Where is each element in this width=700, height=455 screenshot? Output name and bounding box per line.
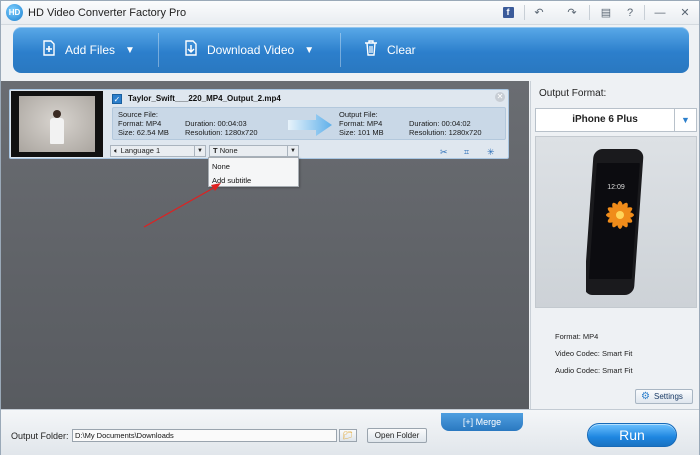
- redo-icon: ↷: [567, 7, 577, 19]
- speaker-icon: 🔈︎: [114, 146, 119, 155]
- file-checkbox[interactable]: ✓: [112, 94, 122, 104]
- crop-icon[interactable]: ⌗: [464, 147, 469, 158]
- titlebar-separator: [644, 5, 645, 20]
- clear-button[interactable]: Clear: [363, 27, 416, 73]
- add-file-icon: [41, 39, 57, 61]
- remove-file-icon[interactable]: ✕: [495, 92, 505, 102]
- source-duration: Duration: 00:04:03: [185, 119, 247, 128]
- convert-arrow-icon: [288, 113, 333, 139]
- annotation-arrow: [143, 183, 221, 228]
- output-file-heading: Output File:: [339, 110, 378, 119]
- folder-icon: 📁︎: [342, 431, 354, 440]
- redo-button[interactable]: ↷: [561, 3, 583, 22]
- cut-icon[interactable]: ✂: [440, 147, 448, 158]
- output-size: Size: 101 MB: [339, 128, 384, 137]
- spec-video-codec: Video Codec: Smart Fit: [555, 349, 633, 358]
- window-title: HD Video Converter Factory Pro: [28, 7, 187, 19]
- close-icon: ✕: [680, 7, 690, 19]
- download-icon: [183, 39, 199, 61]
- chat-icon: ▤: [600, 7, 612, 19]
- source-format: Format: MP4: [118, 119, 162, 128]
- chevron-down-icon[interactable]: ▼: [125, 45, 135, 56]
- help-button[interactable]: ?: [619, 3, 641, 22]
- main-toolbar: Add Files ▼ Download Video ▼ Clear: [13, 27, 689, 73]
- thumbnail-person-body: [50, 118, 64, 144]
- selected-device: iPhone 6 Plus: [572, 114, 638, 125]
- audio-track-value: Language 1: [120, 146, 161, 155]
- text-icon: T: [213, 146, 218, 155]
- subtitle-value: None: [219, 146, 238, 155]
- audio-track-select[interactable]: 🔈︎ Language 1 ▼: [110, 145, 206, 157]
- output-duration: Duration: 00:04:02: [409, 119, 471, 128]
- source-resolution: Resolution: 1280x720: [185, 128, 258, 137]
- undo-icon: ↶: [534, 7, 544, 19]
- source-file-heading: Source File:: [118, 110, 159, 119]
- settings-button[interactable]: ⚙ Settings: [635, 389, 693, 404]
- download-video-label: Download Video: [207, 43, 295, 57]
- spec-audio-codec: Audio Codec: Smart Fit: [555, 366, 633, 375]
- gear-icon: ⚙: [641, 391, 650, 402]
- toolbar-separator: [340, 33, 341, 67]
- output-panel: Output Format: iPhone 6 Plus ▼ 12:09 For…: [530, 81, 699, 409]
- chevron-down-icon[interactable]: ▼: [674, 109, 696, 131]
- app-window: HD HD Video Converter Factory Pro f ↶ ↷ …: [0, 0, 700, 455]
- merge-icon: [+]: [462, 417, 474, 427]
- device-preview: 12:09: [535, 136, 697, 308]
- file-item-card[interactable]: ✓ Taylor_Swift___220_MP4_Output_2.mp4 ✕ …: [9, 89, 509, 159]
- trash-icon: [363, 39, 379, 61]
- close-button[interactable]: ✕: [674, 3, 696, 22]
- title-bar: HD HD Video Converter Factory Pro f ↶ ↷ …: [1, 1, 699, 25]
- add-files-label: Add Files: [65, 43, 116, 57]
- help-icon: ?: [626, 6, 634, 19]
- titlebar-separator: [589, 5, 590, 20]
- subtitle-option-none[interactable]: None: [212, 162, 230, 171]
- output-folder-label: Output Folder:: [11, 431, 69, 441]
- titlebar-separator: [524, 5, 525, 20]
- video-thumbnail[interactable]: [11, 91, 103, 157]
- file-name: Taylor_Swift___220_MP4_Output_2.mp4: [128, 94, 281, 103]
- settings-label: Settings: [654, 392, 683, 401]
- chevron-down-icon[interactable]: ▼: [287, 146, 298, 156]
- clear-label: Clear: [387, 43, 416, 57]
- run-button[interactable]: Run: [587, 423, 677, 447]
- thumbnail-person-head: [53, 110, 61, 118]
- spec-format: Format: MP4: [555, 332, 599, 341]
- file-info-box: Source File: Format: MP4 Duration: 00:04…: [112, 107, 506, 140]
- merge-label: Merge: [475, 417, 502, 427]
- add-files-button[interactable]: Add Files ▼: [41, 27, 135, 73]
- output-folder-input[interactable]: D:\My Documents\Downloads: [72, 429, 337, 442]
- minimize-button[interactable]: —: [649, 3, 671, 22]
- app-logo-icon: HD: [6, 4, 23, 21]
- source-size: Size: 62.54 MB: [118, 128, 169, 137]
- subtitle-select[interactable]: T None ▼: [209, 145, 299, 157]
- minimize-icon: —: [654, 6, 666, 19]
- output-resolution: Resolution: 1280x720: [409, 128, 482, 137]
- chevron-down-icon[interactable]: ▼: [304, 45, 314, 56]
- chevron-down-icon[interactable]: ▼: [194, 146, 205, 156]
- output-format-label: Output Format:: [539, 88, 607, 99]
- feedback-button[interactable]: ▤: [595, 3, 617, 22]
- facebook-icon: f: [502, 7, 514, 18]
- effects-icon[interactable]: ✳: [487, 147, 495, 158]
- undo-button[interactable]: ↶: [528, 3, 550, 22]
- browse-folder-button[interactable]: 📁︎: [339, 429, 357, 442]
- open-folder-button[interactable]: Open Folder: [367, 428, 427, 443]
- merge-button[interactable]: [+] Merge: [441, 413, 523, 431]
- svg-text:12:09: 12:09: [607, 184, 625, 191]
- output-format: Format: MP4: [339, 119, 383, 128]
- phone-image-icon: 12:09: [586, 149, 644, 295]
- thumbnail-frame: [19, 96, 95, 152]
- output-format-select[interactable]: iPhone 6 Plus ▼: [535, 108, 697, 132]
- toolbar-separator: [158, 33, 159, 67]
- facebook-button[interactable]: f: [497, 3, 519, 22]
- download-video-button[interactable]: Download Video ▼: [183, 27, 314, 73]
- file-list-area: ✓ Taylor_Swift___220_MP4_Output_2.mp4 ✕ …: [1, 81, 529, 409]
